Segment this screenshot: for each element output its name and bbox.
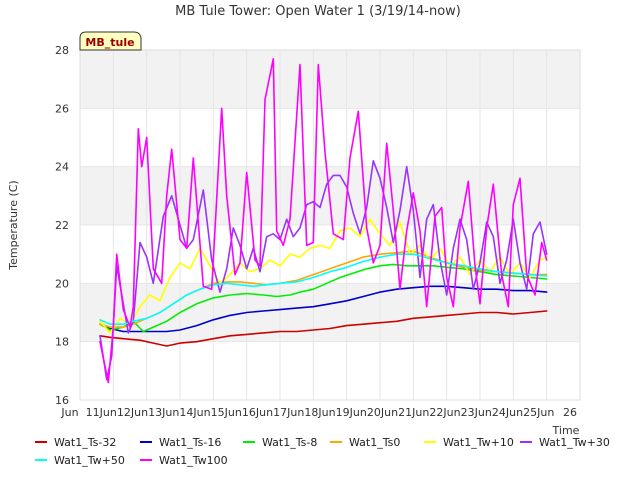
y-tick-label: 26: [55, 102, 69, 115]
x-tick-label: 26: [563, 406, 577, 419]
x-tick-label: 18Jun: [304, 406, 335, 419]
x-tick-label: 16Jun: [242, 406, 273, 419]
x-tick-label: 19Jun: [336, 406, 367, 419]
legend-label: Wat1_Ts-32: [54, 436, 116, 449]
plot-band: [80, 50, 580, 109]
legend-label: Wat1_Tw+30: [539, 436, 610, 449]
legend-label: Wat1_Tw+50: [54, 454, 125, 467]
annotation-text: MB_tule: [85, 36, 134, 49]
x-tick-label: 21Jun: [398, 406, 429, 419]
plot-band: [80, 108, 580, 167]
legend-label: Wat1_Tw+10: [443, 436, 514, 449]
legend-label: Wat1_Ts-16: [159, 436, 221, 449]
y-tick-label: 22: [55, 219, 69, 232]
x-tick-label: 20Jun: [367, 406, 398, 419]
legend-label: Wat1_Ts-8: [262, 436, 317, 449]
plot-band: [80, 341, 580, 400]
legend-label: Wat1_Ts0: [349, 436, 400, 449]
x-axis-ticks: Jun 11Jun 12Jun 13Jun 14Jun 15Jun 16Jun 17Jun 18…: [60, 406, 577, 419]
x-tick-label: 14Jun: [179, 406, 210, 419]
chart-title: MB Tule Tower: Open Water 1 (3/19/14-now…: [175, 4, 461, 19]
y-tick-label: 24: [55, 161, 69, 174]
x-tick-label: Jun: [60, 406, 78, 419]
x-tick-label: 15Jun: [211, 406, 242, 419]
legend-label: Wat1_Tw100: [159, 454, 228, 467]
x-tick-label: 11Jun: [86, 406, 117, 419]
x-tick-label: 24Jun: [492, 406, 523, 419]
x-tick-label: 22Jun: [429, 406, 460, 419]
chart: MB Tule Tower: Open Water 1 (3/19/14-now…: [0, 0, 640, 480]
x-tick-label: 13Jun: [148, 406, 179, 419]
y-tick-label: 28: [55, 44, 69, 57]
x-tick-label: 12Jun: [117, 406, 148, 419]
y-tick-label: 18: [55, 336, 69, 349]
annotation-box: MB_tule: [79, 31, 142, 51]
y-axis-label: Temperature (C): [7, 180, 20, 270]
x-tick-label: 17Jun: [273, 406, 304, 419]
x-tick-label: 25Jun: [523, 406, 554, 419]
x-tick-label: 23Jun: [461, 406, 492, 419]
y-tick-label: 20: [55, 277, 69, 290]
